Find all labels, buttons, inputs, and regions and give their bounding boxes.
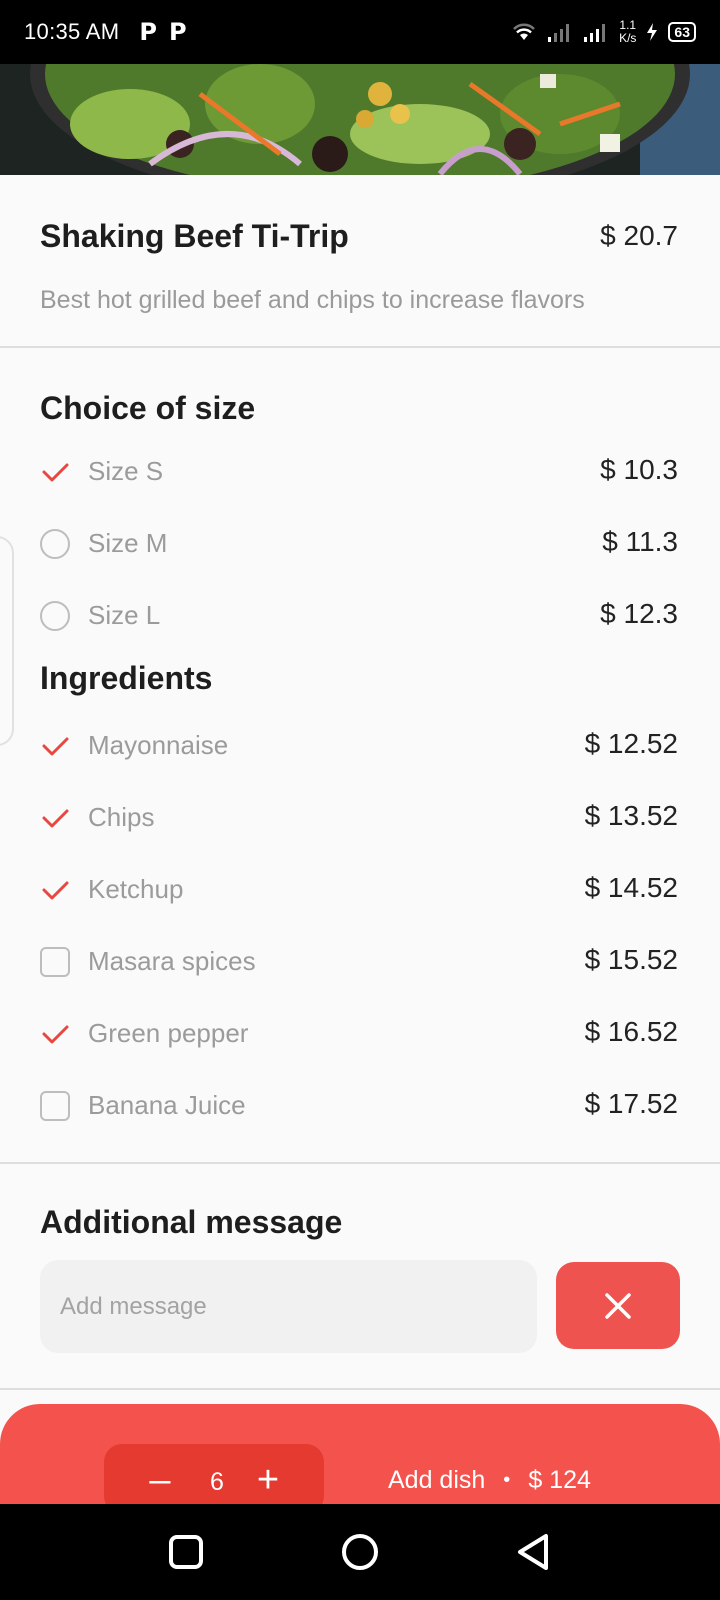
dish-price: $ 20.7: [600, 220, 678, 251]
ingredient-price: $ 17.52: [584, 1088, 678, 1119]
ingredient-price: $ 15.52: [584, 944, 678, 975]
size-option-label: Size M: [88, 528, 168, 558]
size-option-label: Size S: [88, 456, 164, 486]
dish-description: Best hot grilled beef and chips to incre…: [40, 286, 585, 314]
ingredient-mayonnaise[interactable]: Mayonnaise $ 12.52: [0, 716, 720, 776]
ingredient-price: $ 12.52: [584, 728, 678, 759]
check-icon: [42, 1025, 69, 1044]
ingredient-green-pepper[interactable]: Green pepper $ 16.52: [0, 1004, 720, 1064]
ingredient-label: Banana Juice: [88, 1090, 246, 1120]
add-dish-button[interactable]: Add dish • $ 124: [388, 1466, 591, 1495]
message-section-title: Additional message: [40, 1204, 343, 1240]
ingredients-section-title: Ingredients: [40, 660, 213, 696]
ingredient-ketchup[interactable]: Ketchup $ 14.52: [0, 860, 720, 920]
ingredient-banana-juice[interactable]: Banana Juice $ 17.52: [0, 1076, 720, 1136]
checkbox[interactable]: [40, 947, 70, 977]
signal-icon: [584, 24, 606, 42]
size-option-s[interactable]: Size S $ 10.3: [0, 442, 720, 502]
size-option-price: $ 10.3: [600, 454, 678, 485]
total-price: $ 124: [528, 1466, 591, 1494]
notification-p-icon: P: [168, 18, 187, 46]
bottom-action-bar: – 6 + Add dish • $ 124: [0, 1404, 720, 1504]
battery-icon: 63: [668, 22, 696, 42]
net-speed-value: 1.1: [619, 18, 637, 32]
size-option-l[interactable]: Size L $ 12.3: [0, 586, 720, 646]
radio-button[interactable]: [40, 529, 70, 559]
ingredient-label: Ketchup: [88, 874, 184, 904]
check-icon: [42, 463, 69, 482]
size-section-title: Choice of size: [40, 390, 256, 426]
ingredient-label: Mayonnaise: [88, 730, 229, 760]
wifi-icon: [513, 23, 535, 40]
separator-dot: •: [503, 1469, 511, 1491]
clear-message-button[interactable]: [556, 1262, 680, 1349]
add-dish-label: Add dish: [388, 1466, 486, 1494]
circle-icon[interactable]: [340, 1532, 380, 1572]
size-option-price: $ 12.3: [600, 598, 678, 629]
ingredient-price: $ 13.52: [584, 800, 678, 831]
ingredient-masara-spices[interactable]: Masara spices $ 15.52: [0, 932, 720, 992]
divider: [0, 1388, 720, 1390]
notification-p-icon: P: [139, 18, 157, 46]
message-input[interactable]: [40, 1260, 537, 1353]
ingredient-label: Chips: [88, 802, 155, 832]
status-right: 1.1 K/s 63: [511, 19, 696, 45]
ingredient-label: Masara spices: [88, 946, 256, 976]
checkbox[interactable]: [40, 1091, 70, 1121]
ingredient-label: Green pepper: [88, 1018, 249, 1048]
ingredient-chips[interactable]: Chips $ 13.52: [0, 788, 720, 848]
square-icon[interactable]: [166, 1532, 206, 1572]
close-icon: [605, 1292, 631, 1319]
charging-icon: [647, 23, 658, 41]
quantity-stepper: – 6 +: [104, 1444, 324, 1504]
status-time: 10:35 AM: [24, 19, 120, 44]
increase-quantity-button[interactable]: +: [248, 1461, 288, 1499]
salad-illustration: [0, 64, 720, 175]
status-bar: 10:35 AM P P 1.1 K/s 63: [0, 0, 720, 64]
check-icon: [42, 881, 69, 900]
divider: [0, 346, 720, 348]
size-option-price: $ 11.3: [602, 526, 678, 557]
net-speed: 1.1 K/s: [619, 19, 636, 45]
signal-icon: [548, 24, 570, 42]
net-speed-unit: K/s: [619, 31, 637, 45]
ingredient-price: $ 14.52: [584, 872, 678, 903]
quantity-value: 6: [210, 1468, 224, 1496]
ingredient-price: $ 16.52: [584, 1016, 678, 1047]
dish-image: [0, 64, 720, 175]
size-option-label: Size L: [88, 600, 161, 630]
radio-button[interactable]: [40, 601, 70, 631]
check-icon: [42, 809, 69, 828]
navigation-bar: [0, 1504, 720, 1600]
dish-title: Shaking Beef Ti-Trip: [40, 218, 349, 254]
divider: [0, 1162, 720, 1164]
size-option-m[interactable]: Size M $ 11.3: [0, 514, 720, 574]
decrease-quantity-button[interactable]: –: [140, 1461, 180, 1499]
back-triangle-icon[interactable]: [514, 1532, 554, 1572]
check-icon: [42, 737, 69, 756]
